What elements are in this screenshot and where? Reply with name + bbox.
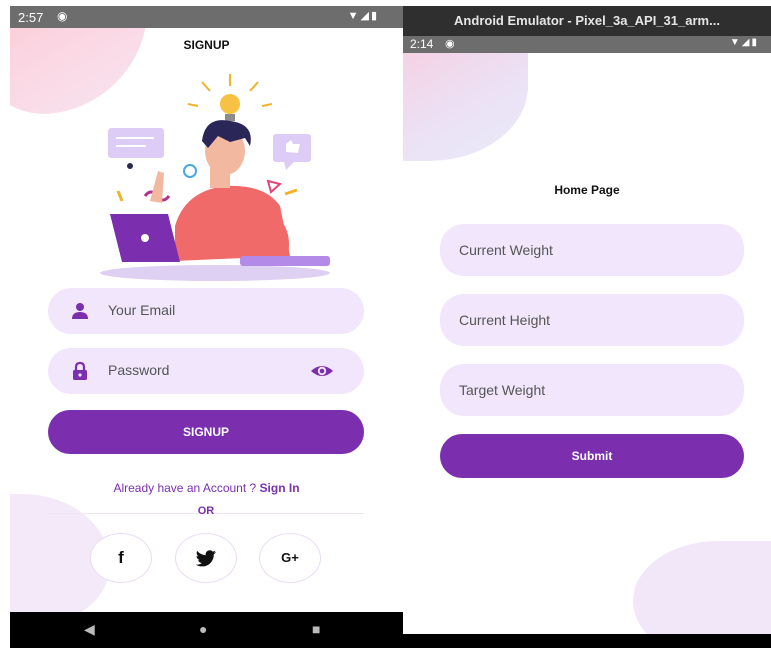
- eye-icon[interactable]: [310, 362, 334, 380]
- sign-in-link[interactable]: Sign In: [260, 481, 300, 495]
- status-time: 2:14: [410, 37, 434, 51]
- target-weight-field[interactable]: Target Weight: [440, 364, 744, 416]
- page-title: Home Page: [554, 183, 620, 197]
- android-nav-bar: [403, 634, 771, 648]
- notification-icon: ◉: [57, 9, 68, 23]
- signal-battery-icon: ▼◢▮: [729, 37, 759, 48]
- decorative-blob: [403, 36, 528, 161]
- twitter-icon: [195, 550, 217, 567]
- status-time: 2:57: [18, 10, 44, 25]
- notification-icon: ◉: [445, 38, 455, 50]
- current-weight-placeholder: Current Weight: [459, 242, 553, 258]
- target-weight-placeholder: Target Weight: [459, 382, 546, 398]
- current-height-placeholder: Current Height: [459, 312, 551, 328]
- back-icon[interactable]: ◀: [84, 621, 95, 638]
- page-title: SIGNUP: [183, 38, 230, 52]
- decorative-blob: [633, 541, 771, 648]
- google-plus-icon: G+: [281, 550, 299, 565]
- facebook-button[interactable]: f: [90, 533, 152, 583]
- lock-icon: [73, 361, 87, 380]
- password-field[interactable]: Password: [48, 348, 364, 394]
- current-height-field[interactable]: Current Height: [440, 294, 744, 346]
- android-nav-bar: ◀ ● ■: [10, 612, 403, 648]
- google-plus-button[interactable]: G+: [259, 533, 321, 583]
- submit-button[interactable]: Submit: [440, 434, 744, 478]
- or-text: OR: [197, 505, 215, 517]
- account-prompt-text: Already have an Account ?: [113, 481, 260, 495]
- signal-battery-icon: ▼◢▮: [347, 10, 379, 22]
- user-icon: [72, 303, 88, 319]
- current-weight-field[interactable]: Current Weight: [440, 224, 744, 276]
- facebook-icon: f: [118, 548, 124, 567]
- or-divider: OR: [48, 505, 364, 521]
- home-screen: Android Emulator - Pixel_3a_API_31_arm..…: [403, 6, 771, 648]
- signup-button[interactable]: SIGNUP: [48, 410, 364, 454]
- signup-screen: 2:57 ◉ ▼◢▮ SIGNUP Your Email Password SI…: [10, 6, 403, 648]
- twitter-button[interactable]: [175, 533, 237, 583]
- recents-icon[interactable]: ■: [312, 621, 320, 637]
- status-bar: 2:14 ◉ ▼◢▮: [403, 36, 771, 53]
- email-placeholder: Your Email: [108, 302, 176, 318]
- home-icon[interactable]: ●: [199, 621, 207, 637]
- email-field[interactable]: Your Email: [48, 288, 364, 334]
- signup-illustration: [100, 74, 330, 281]
- password-placeholder: Password: [108, 362, 170, 378]
- account-prompt: Already have an Account ? Sign In: [10, 481, 403, 495]
- status-bar: 2:57 ◉ ▼◢▮: [10, 6, 403, 28]
- emulator-window-title: Android Emulator - Pixel_3a_API_31_arm..…: [403, 6, 771, 36]
